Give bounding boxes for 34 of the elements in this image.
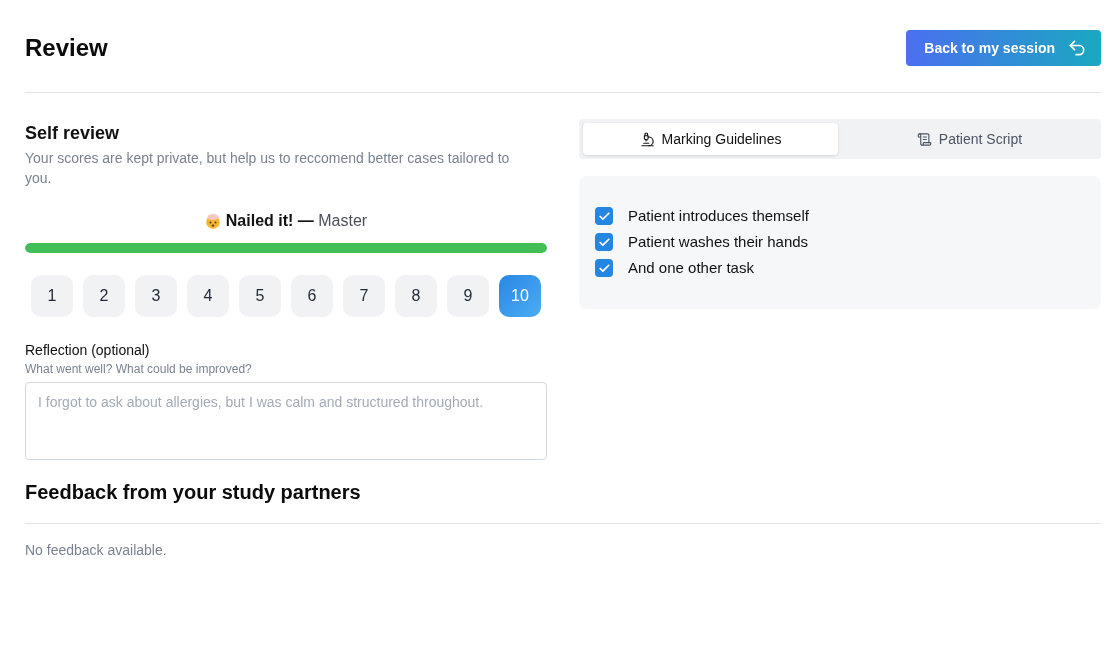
score-button[interactable]: 6	[291, 275, 333, 317]
score-button[interactable]: 7	[343, 275, 385, 317]
back-to-session-button[interactable]: Back to my session	[906, 30, 1101, 66]
score-button[interactable]: 2	[83, 275, 125, 317]
undo-arrow-icon	[1067, 38, 1087, 58]
checkmark-icon	[597, 261, 611, 275]
checkmark-icon	[597, 209, 611, 223]
checkmark-icon	[597, 235, 611, 249]
empty-message: No feedback available.	[25, 541, 168, 560]
section-title: Feedback from your study partners	[25, 480, 362, 505]
emoji-face-icon	[204, 213, 221, 229]
score-button[interactable]: 1	[31, 275, 73, 317]
checkbox[interactable]	[595, 207, 613, 225]
microscope-icon	[639, 131, 655, 147]
score-button[interactable]: 5	[239, 275, 281, 317]
tab[interactable]: Marking Guidelines	[583, 123, 838, 155]
checklist-item: And one other task	[628, 258, 754, 278]
section-description: Your scores are kept private, but help us to reccomend better cases tailored to you.	[25, 149, 511, 188]
reflection-field[interactable]: I forgot to ask about allergies, but I was calm and structured throughout.	[25, 382, 547, 460]
score-button[interactable]: 4	[187, 275, 229, 317]
score-button[interactable]: 8	[395, 275, 437, 317]
checkbox[interactable]	[595, 259, 613, 277]
rating-label: Nailed it! — Master	[225, 211, 368, 231]
section-title: Self review	[25, 122, 121, 145]
checklist-item: Patient introduces themself	[628, 206, 809, 226]
scroll-icon	[916, 131, 932, 147]
page-title: Review	[25, 33, 108, 63]
score-button[interactable]: 3	[135, 275, 177, 317]
tab[interactable]: Patient Script	[842, 123, 1097, 155]
score-button[interactable]: 9	[447, 275, 489, 317]
field-label: Reflection (optional)	[25, 341, 151, 360]
field-hint: What went well? What could be improved?	[25, 361, 253, 377]
checkbox[interactable]	[595, 233, 613, 251]
checklist-item: Patient washes their hands	[628, 232, 809, 252]
